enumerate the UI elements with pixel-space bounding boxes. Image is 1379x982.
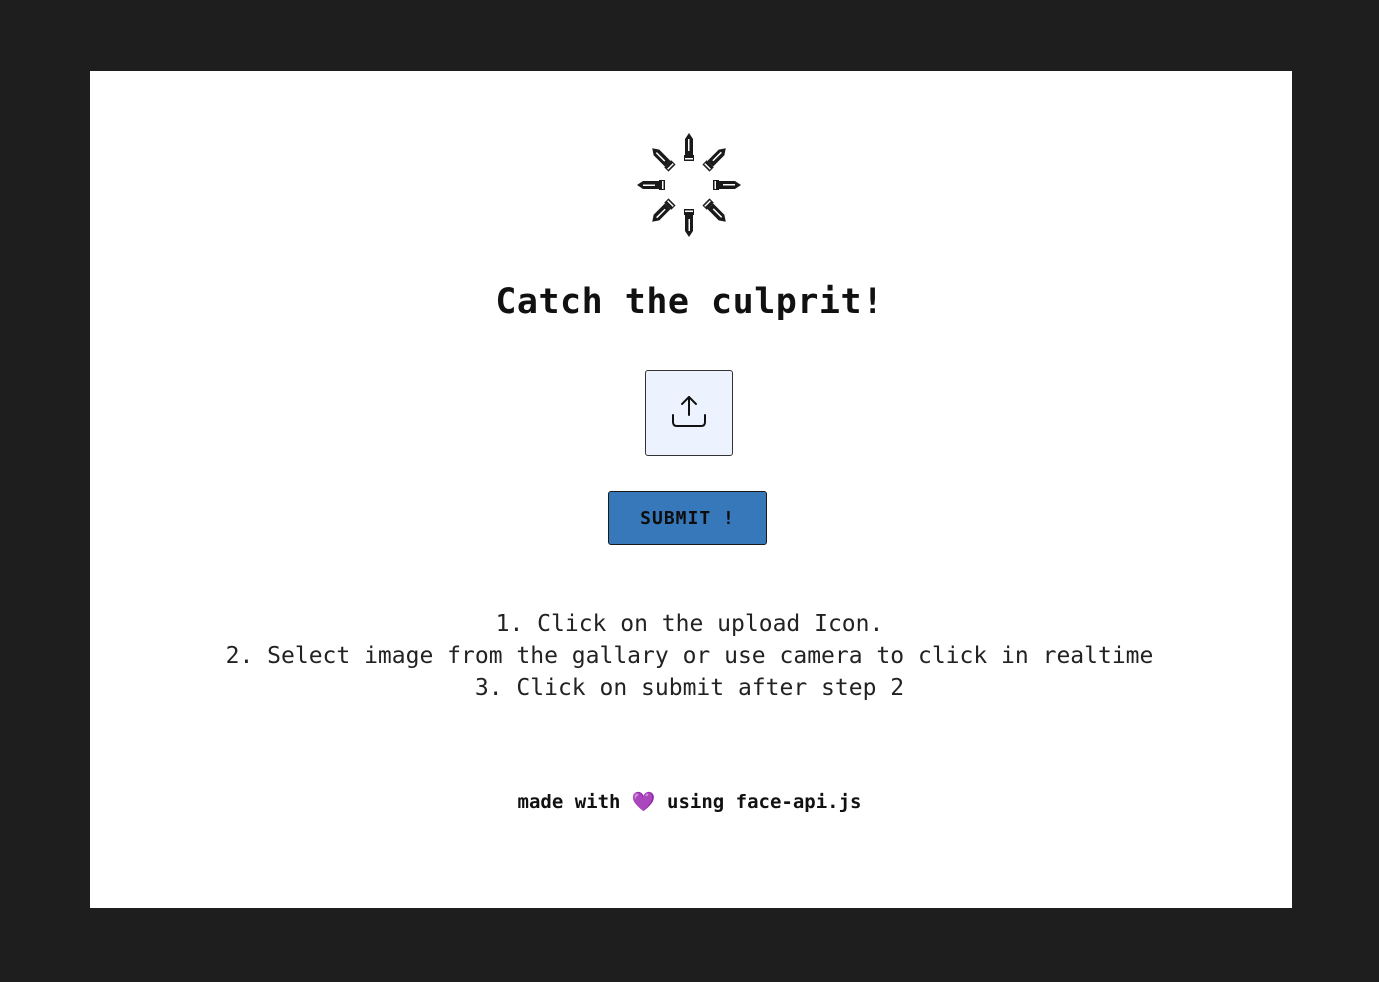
bullet-ring-logo-icon [634, 130, 744, 240]
upload-button[interactable] [645, 370, 733, 456]
heart-icon: 💜 [631, 791, 656, 813]
submit-button[interactable]: SUBMIT ! [608, 491, 767, 545]
instruction-step-3: 3. Click on submit after step 2 [474, 675, 905, 701]
instruction-step-2: 2. Select image from the gallary or use … [225, 643, 1154, 669]
footer-prefix: made with [517, 791, 621, 813]
footer-suffix: using face-api.js [667, 791, 862, 813]
footer-credit: made with 💜 using face-api.js [0, 790, 1379, 813]
page-title: Catch the culprit! [495, 282, 884, 322]
instruction-step-1: 1. Click on the upload Icon. [495, 611, 884, 637]
instructions-list: 1. Click on the upload Icon. 2. Select i… [0, 608, 1379, 704]
upload-icon [669, 391, 709, 435]
